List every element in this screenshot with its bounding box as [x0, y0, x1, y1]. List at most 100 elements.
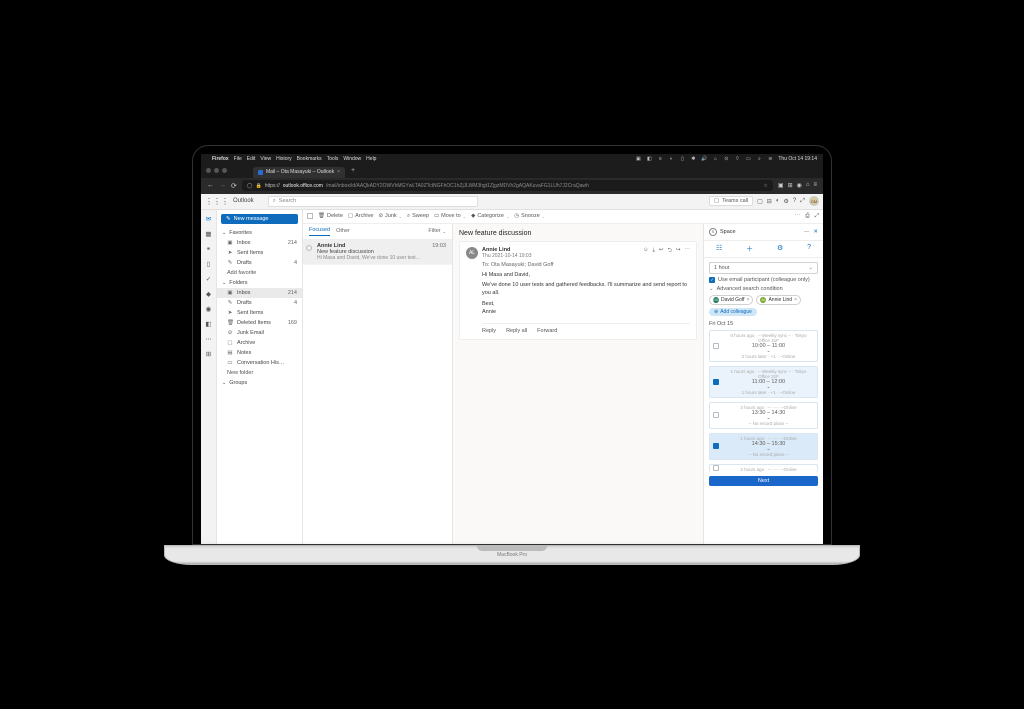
folder-sent[interactable]: ➤Sent Items	[217, 308, 302, 318]
toolbar-more-icon[interactable]: ⋯	[795, 213, 801, 219]
header-icon[interactable]: ▢	[757, 198, 763, 205]
forward-icon[interactable]: ↪	[676, 247, 681, 256]
outlook-search[interactable]: ⌕ Search	[268, 196, 478, 207]
header-icon[interactable]: ⤢	[800, 198, 805, 205]
use-email-checkbox[interactable]	[709, 277, 715, 283]
rail-app-icon[interactable]: ◧	[205, 320, 211, 328]
menubar-edit[interactable]: Edit	[247, 156, 256, 162]
slot-checkbox[interactable]	[713, 343, 719, 349]
new-folder[interactable]: New folder	[217, 368, 302, 378]
notifications-icon[interactable]: ◐	[776, 198, 780, 204]
new-message-button[interactable]: ✎ New message	[221, 214, 298, 224]
tab-close-icon[interactable]: ×	[337, 169, 340, 175]
battery-icon[interactable]: ▭	[745, 156, 751, 162]
menubar-help[interactable]: Help	[366, 156, 376, 162]
filter-dropdown[interactable]: Filter⌄	[428, 228, 446, 234]
move-button[interactable]: ▭Move to⌄	[434, 213, 466, 219]
close-window-icon[interactable]	[206, 168, 211, 173]
msg-action-icon[interactable]: ⤓	[652, 247, 654, 256]
nav-back-icon[interactable]: ←	[207, 182, 214, 189]
control-center-icon[interactable]: ≋	[767, 156, 773, 162]
minimize-icon[interactable]: —	[804, 229, 810, 235]
extension-icon[interactable]: ⌂	[806, 182, 810, 189]
folder-sent[interactable]: ➤Sent Items	[217, 248, 302, 258]
remove-chip-icon[interactable]: ×	[794, 297, 797, 303]
teams-call-button[interactable]: ▢ Teams call	[709, 196, 753, 206]
extension-icon[interactable]: ◉	[797, 182, 802, 189]
categorize-button[interactable]: ◆Categorize⌄	[471, 213, 509, 219]
folders-section[interactable]: ⌄Folders	[217, 278, 302, 288]
address-bar[interactable]: ◯ 🔒 https://outlook.office.com/mail/inbo…	[242, 180, 773, 191]
slot-checkbox[interactable]	[713, 465, 719, 471]
files-module-icon[interactable]: ▯	[207, 260, 211, 268]
user-avatar[interactable]: OM	[809, 196, 819, 206]
time-slot[interactable]: 1 hours ago · – Weekly sync – · Tokyo Of…	[709, 366, 818, 398]
favorites-section[interactable]: ⌄Favorites	[217, 228, 302, 238]
slot-checkbox[interactable]	[713, 443, 719, 449]
like-icon[interactable]: ☺	[643, 247, 649, 256]
menubar-history[interactable]: History	[276, 156, 292, 162]
window-controls[interactable]	[206, 168, 227, 173]
junk-button[interactable]: ⊘Junk⌄	[378, 213, 402, 219]
folder-drafts[interactable]: ✎Drafts4	[217, 298, 302, 308]
lock-icon[interactable]: 🔒	[255, 183, 261, 189]
folder-archive[interactable]: ▢Archive	[217, 338, 302, 348]
maximize-window-icon[interactable]	[222, 168, 227, 173]
status-icon[interactable]: ⊙	[723, 156, 729, 162]
rail-app-icon[interactable]: ◆	[206, 290, 211, 298]
calendar-module-icon[interactable]: ▦	[205, 230, 211, 238]
forward-button[interactable]: Forward	[537, 328, 557, 334]
message-item[interactable]: Annie Lind19:03 New feature discussion H…	[303, 240, 452, 265]
toolbar-print-icon[interactable]: ⎙	[805, 213, 809, 220]
menubar-window[interactable]: Window	[343, 156, 361, 162]
bluetooth-icon[interactable]: ✱	[690, 156, 696, 162]
rail-app-icon[interactable]: ◉	[206, 305, 212, 313]
space-add-icon[interactable]: ＋	[746, 244, 753, 254]
delete-button[interactable]: 🗑Delete	[318, 213, 343, 219]
sender-avatar[interactable]: AL	[466, 247, 478, 259]
duration-dropdown[interactable]: 1 hour ⌄	[709, 262, 818, 274]
close-icon[interactable]: ✕	[813, 229, 818, 235]
remove-chip-icon[interactable]: ×	[747, 297, 750, 303]
status-icon[interactable]: ◧	[646, 156, 652, 162]
help-icon[interactable]: ?	[793, 198, 796, 204]
bookmark-star-icon[interactable]: ☆	[763, 183, 767, 189]
more-actions-icon[interactable]: ⋯	[685, 247, 691, 256]
slot-checkbox[interactable]	[713, 379, 719, 385]
volume-icon[interactable]: 🔊	[701, 156, 707, 162]
time-slot[interactable]: 0 hours ago · – Weekly sync – · Tokyo Of…	[709, 330, 818, 362]
advanced-search-toggle[interactable]: ⌄ Advanced search condition	[709, 286, 818, 292]
archive-button[interactable]: ▢Archive	[348, 213, 374, 219]
nav-reload-icon[interactable]: ⟳	[231, 182, 237, 190]
reply-all-button[interactable]: Reply all	[506, 328, 527, 334]
extension-icon[interactable]: ⊞	[788, 182, 793, 189]
folder-inbox[interactable]: ▣Inbox214	[217, 238, 302, 248]
space-list-icon[interactable]: ☷	[716, 244, 722, 254]
participant-chip[interactable]: AL Annie Lind ×	[756, 295, 801, 305]
status-icon[interactable]: ≡	[657, 156, 663, 162]
settings-gear-icon[interactable]: ⚙	[783, 198, 788, 205]
focused-tab[interactable]: Focused	[309, 227, 330, 236]
next-button[interactable]: Next	[709, 476, 818, 486]
extension-icon[interactable]: ≡	[813, 182, 817, 189]
select-message-checkbox[interactable]	[306, 245, 312, 251]
groups-section[interactable]: ⌄Groups	[217, 378, 302, 388]
add-favorite[interactable]: Add favorite	[217, 268, 302, 278]
folder-notes[interactable]: ▤Notes	[217, 348, 302, 358]
folder-junk[interactable]: ⊘Junk Email	[217, 328, 302, 338]
people-module-icon[interactable]: ⚭	[206, 245, 211, 253]
folder-deleted[interactable]: 🗑Deleted Items169	[217, 318, 302, 328]
status-icon[interactable]: ◐	[668, 156, 674, 162]
browser-tab[interactable]: Mail – Ota Masayuki – Outlook ×	[253, 167, 345, 178]
menubar-app[interactable]: Firefox	[212, 156, 229, 162]
toolbar-popout-icon[interactable]: ⤢	[815, 213, 819, 220]
space-settings-icon[interactable]: ⚙	[777, 244, 783, 254]
reply-button[interactable]: Reply	[482, 328, 496, 334]
add-colleague-button[interactable]: ⊕ Add colleague	[709, 308, 757, 316]
folder-drafts[interactable]: ✎Drafts4	[217, 258, 302, 268]
select-all-checkbox[interactable]	[307, 213, 313, 219]
time-slot[interactable]: 1 hours ago · – · – · –Online 14:30 – 15…	[709, 433, 818, 460]
nav-forward-icon[interactable]: →	[219, 182, 226, 189]
menubar-clock[interactable]: Thu Oct 14 19:14	[778, 156, 817, 162]
rail-app-icon[interactable]: ⊞	[206, 350, 211, 358]
